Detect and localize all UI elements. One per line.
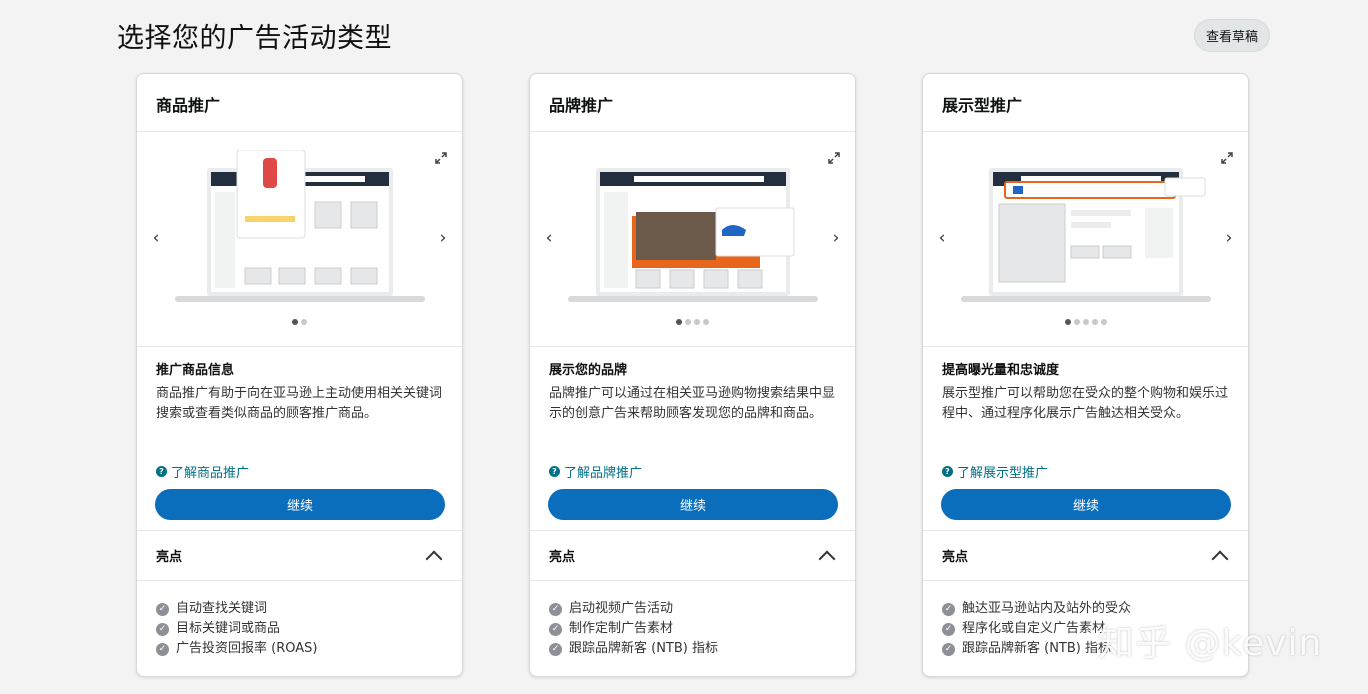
- chevron-right-icon[interactable]: ›: [1222, 228, 1236, 248]
- list-item: ✓ 跟踪品牌新客 (NTB) 指标: [549, 639, 836, 659]
- carousel-dot[interactable]: [292, 319, 298, 325]
- carousel-dot[interactable]: [685, 319, 691, 325]
- question-circle-icon: ?: [549, 466, 560, 477]
- highlight-text: 启动视频广告活动: [569, 601, 674, 616]
- highlights-title: 亮点: [156, 550, 183, 565]
- carousel-dot[interactable]: [676, 319, 682, 325]
- learn-more-link[interactable]: ? 了解展示型推广: [942, 462, 1048, 481]
- chevron-right-icon[interactable]: ›: [436, 228, 450, 248]
- question-circle-icon: ?: [942, 466, 953, 477]
- list-item: ✓ 广告投资回报率 (ROAS): [156, 639, 443, 659]
- chevron-left-icon[interactable]: ‹: [935, 228, 949, 248]
- highlight-text: 跟踪品牌新客 (NTB) 指标: [962, 641, 1111, 656]
- carousel-dot[interactable]: [1100, 319, 1107, 325]
- question-circle-icon: ?: [156, 466, 167, 477]
- highlight-text: 制作定制广告素材: [569, 621, 674, 636]
- campaign-card-sponsored-products: 商品推广 ‹ › 推广商品信息 商品推广有助于向在亚马逊上主动使用相关关键词搜索…: [136, 73, 463, 677]
- card-subtitle: 展示您的品牌: [549, 363, 628, 378]
- continue-button[interactable]: 继续: [548, 489, 838, 520]
- highlights-list: ✓ 自动查找关键词 ✓ 目标关键词或商品 ✓ 广告投资回报率 (ROAS): [137, 581, 462, 659]
- card-body: 展示您的品牌 品牌推广可以通过在相关亚马逊购物搜索结果中显示的创意广告来帮助顾客…: [530, 347, 855, 530]
- carousel-dot[interactable]: [1073, 319, 1080, 325]
- carousel-dots: [530, 319, 855, 325]
- learn-more-link[interactable]: ? 了解商品推广: [156, 462, 249, 481]
- highlights-toggle[interactable]: 亮点: [923, 530, 1248, 581]
- highlight-text: 广告投资回报率 (ROAS): [176, 641, 318, 656]
- carousel-dot[interactable]: [1082, 319, 1089, 325]
- highlights-toggle[interactable]: 亮点: [137, 530, 462, 581]
- chevron-up-icon[interactable]: [1211, 550, 1229, 567]
- highlight-text: 目标关键词或商品: [176, 621, 281, 636]
- check-circle-icon: ✓: [156, 622, 169, 636]
- expand-icon[interactable]: [434, 152, 448, 166]
- campaign-card-sponsored-display: 展示型推广 ‹ › 提高曝光量和忠诚度 展示型推广可以帮助您在受众的整个购物和娱…: [922, 73, 1249, 677]
- learn-more-link[interactable]: ? 了解品牌推广: [549, 462, 642, 481]
- highlights-title: 亮点: [942, 550, 969, 565]
- continue-button[interactable]: 继续: [941, 489, 1231, 520]
- carousel-dot[interactable]: [694, 319, 700, 325]
- highlight-text: 跟踪品牌新客 (NTB) 指标: [569, 641, 718, 656]
- check-circle-icon: ✓: [549, 602, 562, 616]
- highlights-list: ✓ 启动视频广告活动 ✓ 制作定制广告素材 ✓ 跟踪品牌新客 (NTB) 指标: [530, 581, 855, 659]
- carousel-dot[interactable]: [301, 319, 307, 325]
- card-title: 品牌推广: [530, 74, 855, 132]
- chevron-up-icon[interactable]: [425, 550, 443, 567]
- card-description: 品牌推广可以通过在相关亚马逊购物搜索结果中显示的创意广告来帮助顾客发现您的品牌和…: [549, 386, 836, 421]
- list-item: ✓ 制作定制广告素材: [549, 619, 836, 639]
- highlight-text: 自动查找关键词: [176, 601, 268, 616]
- card-subtitle: 推广商品信息: [156, 363, 235, 378]
- card-body: 提高曝光量和忠诚度 展示型推广可以帮助您在受众的整个购物和娱乐过程中、通过程序化…: [923, 347, 1248, 530]
- image-carousel: ‹ ›: [923, 132, 1248, 347]
- highlight-text: 程序化或自定义广告素材: [962, 621, 1106, 636]
- carousel-dots: [137, 319, 462, 325]
- list-item: ✓ 目标关键词或商品: [156, 619, 443, 639]
- chevron-right-icon[interactable]: ›: [829, 228, 843, 248]
- card-title: 展示型推广: [923, 74, 1248, 132]
- check-circle-icon: ✓: [942, 602, 955, 616]
- card-body: 推广商品信息 商品推广有助于向在亚马逊上主动使用相关关键词搜索或查看类似商品的顾…: [137, 347, 462, 530]
- list-item: ✓ 自动查找关键词: [156, 599, 443, 619]
- highlights-title: 亮点: [549, 550, 576, 565]
- laptop-illustration: [175, 150, 425, 302]
- chevron-left-icon[interactable]: ‹: [542, 228, 556, 248]
- image-carousel: ‹ ›: [137, 132, 462, 347]
- learn-more-label[interactable]: 了解展示型推广: [957, 462, 1048, 481]
- laptop-illustration: [568, 168, 818, 302]
- highlights-toggle[interactable]: 亮点: [530, 530, 855, 581]
- expand-icon[interactable]: [1220, 152, 1234, 166]
- carousel-dot[interactable]: [1064, 319, 1071, 325]
- continue-button[interactable]: 继续: [155, 489, 445, 520]
- card-description: 展示型推广可以帮助您在受众的整个购物和娱乐过程中、通过程序化展示广告触达相关受众…: [942, 386, 1229, 421]
- check-circle-icon: ✓: [549, 622, 562, 636]
- check-circle-icon: ✓: [942, 642, 955, 656]
- list-item: ✓ 启动视频广告活动: [549, 599, 836, 619]
- watermark: 知乎 @kevin: [1098, 623, 1323, 664]
- card-title: 商品推广: [137, 74, 462, 132]
- card-description: 商品推广有助于向在亚马逊上主动使用相关关键词搜索或查看类似商品的顾客推广商品。: [156, 386, 443, 421]
- carousel-dots: [923, 319, 1248, 325]
- card-subtitle: 提高曝光量和忠诚度: [942, 363, 1060, 378]
- page-title: 选择您的广告活动类型: [117, 23, 392, 54]
- laptop-illustration: [961, 168, 1211, 302]
- check-circle-icon: ✓: [156, 642, 169, 656]
- check-circle-icon: ✓: [156, 602, 169, 616]
- expand-icon[interactable]: [827, 152, 841, 166]
- image-carousel: ‹ ›: [530, 132, 855, 347]
- learn-more-label[interactable]: 了解商品推广: [171, 462, 249, 481]
- view-drafts-button[interactable]: 查看草稿: [1194, 19, 1270, 52]
- learn-more-label[interactable]: 了解品牌推广: [564, 462, 642, 481]
- carousel-dot[interactable]: [703, 319, 709, 325]
- check-circle-icon: ✓: [942, 622, 955, 636]
- check-circle-icon: ✓: [549, 642, 562, 656]
- campaign-card-sponsored-brands: 品牌推广 ‹ › 展示您的品牌 品牌推广可以通过在相关亚马逊购物搜索结果中显示的…: [529, 73, 856, 677]
- carousel-dot[interactable]: [1091, 319, 1098, 325]
- chevron-up-icon[interactable]: [818, 550, 836, 567]
- chevron-left-icon[interactable]: ‹: [149, 228, 163, 248]
